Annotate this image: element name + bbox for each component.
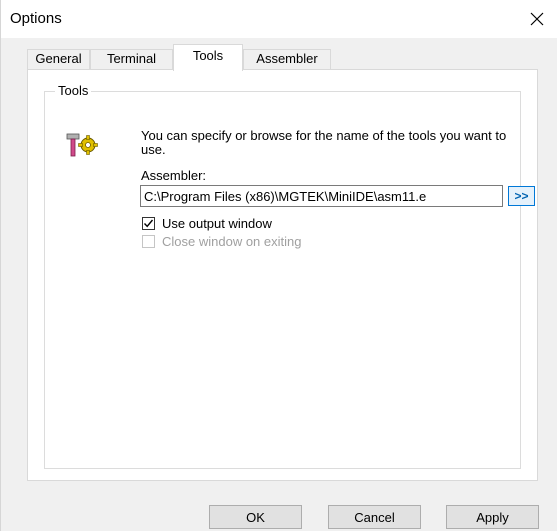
use-output-window-label: Use output window: [162, 215, 272, 231]
browse-assembler-button[interactable]: >>: [508, 186, 535, 206]
tools-tab-panel: Tools You can specify or browse for the …: [27, 69, 538, 481]
tools-groupbox: Tools You can specify or browse for the …: [44, 83, 535, 469]
checkmark-icon: [143, 219, 154, 227]
ok-button[interactable]: OK: [209, 505, 302, 529]
tab-general[interactable]: General: [27, 49, 90, 69]
close-window-on-exiting-label: Close window on exiting: [162, 233, 302, 249]
tab-tools[interactable]: Tools: [173, 44, 243, 71]
assembler-path-input[interactable]: [140, 185, 503, 207]
close-icon: [530, 12, 544, 26]
options-dialog: Options General Terminal Tools Assembler…: [0, 0, 557, 531]
cancel-button[interactable]: Cancel: [328, 505, 421, 529]
window-title: Options: [10, 10, 62, 27]
close-window-on-exiting-option: Close window on exiting: [142, 233, 301, 249]
close-window-on-exiting-checkbox: [142, 234, 155, 248]
tab-assembler[interactable]: Assembler: [243, 49, 331, 69]
tab-terminal[interactable]: Terminal: [90, 49, 173, 69]
use-output-window-checkbox[interactable]: [142, 216, 155, 230]
title-bar: Options: [1, 0, 557, 38]
assembler-label: Assembler:: [141, 168, 207, 183]
close-button[interactable]: [524, 6, 550, 32]
tools-description: You can specify or browse for the name o…: [141, 128, 507, 157]
tools-group-legend: Tools: [55, 83, 92, 98]
apply-button[interactable]: Apply: [446, 505, 539, 529]
tools-icon: [66, 133, 98, 157]
use-output-window-option[interactable]: Use output window: [142, 215, 272, 231]
